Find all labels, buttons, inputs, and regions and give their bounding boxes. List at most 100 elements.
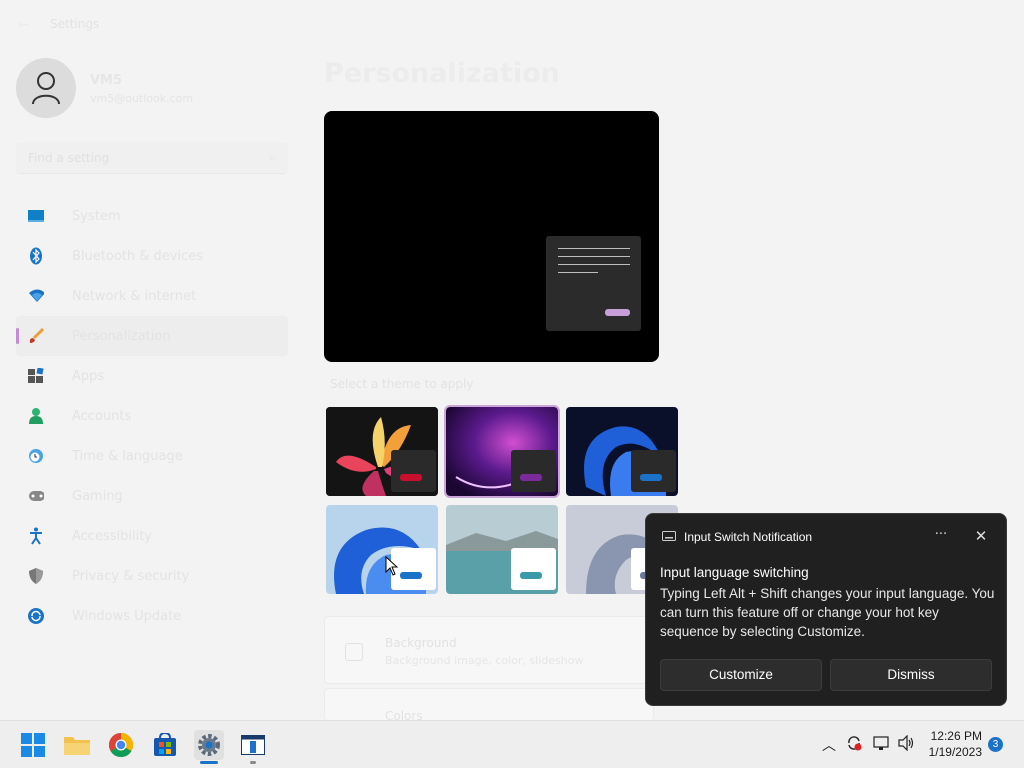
sidebar-item-label: Time & language (72, 448, 183, 464)
image-icon (345, 643, 363, 661)
date-text: 1/19/2023 (928, 745, 982, 759)
settings-button[interactable] (194, 730, 224, 760)
toast-notification: Input Switch Notification ··· ✕ Input la… (645, 513, 1007, 706)
themes-label: Select a theme to apply (330, 377, 474, 391)
more-options-icon[interactable]: ··· (931, 527, 951, 545)
theme-tile-purple[interactable] (444, 405, 560, 498)
monitor-icon (28, 208, 44, 224)
folder-icon (64, 737, 90, 755)
theme-chip (631, 450, 676, 492)
active-indicator (200, 761, 218, 764)
sidebar-item-personalization[interactable]: Personalization (16, 316, 288, 356)
person-icon (32, 72, 60, 105)
taskbar: ︿ 12:26 PM 1/19/2023 3 (0, 720, 1024, 768)
sync-alert-icon[interactable] (846, 735, 862, 755)
user-email: vm5@outlook.com (90, 92, 194, 105)
sidebar-item-accessibility[interactable]: Accessibility (16, 516, 288, 556)
sidebar-item-label: System (72, 208, 121, 224)
accent-bar (640, 474, 662, 481)
sidebar-item-time-language[interactable]: Time & language (16, 436, 288, 476)
sidebar-item-windows-update[interactable]: Windows Update (16, 596, 288, 636)
accent-bar (400, 474, 422, 481)
theme-chip (391, 450, 436, 492)
toast-title: Input language switching (660, 565, 809, 580)
accent-bar (520, 572, 542, 579)
keyboard-icon (662, 531, 676, 541)
cursor-icon (385, 556, 399, 576)
update-icon (28, 608, 44, 624)
wifi-icon (28, 288, 44, 304)
chrome-icon (109, 733, 133, 757)
sidebar-item-privacy[interactable]: Privacy & security (16, 556, 288, 596)
preview-window (546, 236, 641, 331)
shield-icon (28, 568, 44, 584)
accent-bar (400, 572, 422, 579)
clock-globe-icon (28, 448, 44, 464)
customize-button[interactable]: Customize (660, 659, 822, 691)
person-icon (28, 408, 44, 424)
sidebar-item-label: Privacy & security (72, 568, 190, 584)
sidebar-item-label: Windows Update (72, 608, 182, 624)
windows-logo-icon (21, 733, 45, 757)
store-button[interactable] (150, 730, 180, 760)
sidebar-item-label: Accounts (72, 408, 132, 424)
avatar[interactable] (16, 58, 76, 118)
toast-app-name: Input Switch Notification (684, 530, 813, 544)
sidebar-item-gaming[interactable]: Gaming (16, 476, 288, 516)
theme-chip (511, 548, 556, 590)
sidebar-item-label: Personalization (72, 328, 171, 344)
notification-badge[interactable]: 3 (988, 737, 1003, 752)
sidebar-item-label: Network & internet (72, 288, 197, 304)
search-placeholder: Find a setting (28, 151, 110, 165)
sidebar-item-label: Bluetooth & devices (72, 248, 203, 264)
search-input[interactable]: Find a setting ⌕ (16, 142, 288, 174)
sidebar-item-bluetooth[interactable]: Bluetooth & devices (16, 236, 288, 276)
colors-card[interactable]: Colors (324, 688, 654, 723)
apps-icon (28, 368, 44, 384)
user-name: VM5 (90, 73, 123, 88)
close-icon[interactable]: ✕ (971, 526, 991, 546)
accent-bar (520, 474, 542, 481)
card-title: Background (385, 636, 457, 650)
theme-chip (511, 450, 556, 492)
sidebar-item-apps[interactable]: Apps (16, 356, 288, 396)
sidebar-nav: System Bluetooth & devices Network & int… (16, 196, 288, 636)
toast-body: Typing Left Alt + Shift changes your inp… (660, 586, 995, 639)
running-indicator (250, 761, 256, 764)
title-bar: ← Settings (0, 0, 1024, 48)
theme-tile-glow[interactable] (326, 407, 438, 496)
chrome-button[interactable] (106, 730, 136, 760)
card-subtitle: Background image, color, slideshow (385, 654, 584, 667)
sidebar-item-label: Gaming (72, 488, 123, 504)
chevron-up-icon[interactable]: ︿ (822, 735, 836, 755)
theme-tile-light-bloom[interactable] (326, 505, 438, 594)
back-arrow-icon[interactable]: ← (14, 15, 34, 35)
store-icon (154, 733, 176, 756)
accessibility-icon (28, 527, 44, 545)
window-app-icon (241, 735, 265, 755)
start-button[interactable] (18, 730, 48, 760)
network-icon[interactable] (873, 735, 889, 755)
sidebar-item-accounts[interactable]: Accounts (16, 396, 288, 436)
theme-tile-lake[interactable] (446, 505, 558, 594)
file-explorer-button[interactable] (62, 730, 92, 760)
theme-preview (324, 111, 659, 362)
paintbrush-icon (28, 328, 44, 344)
sidebar-item-network[interactable]: Network & internet (16, 276, 288, 316)
sidebar-item-label: Apps (72, 368, 105, 384)
preview-button (605, 309, 630, 316)
time-text: 12:26 PM (930, 729, 982, 743)
theme-tile-dark-bloom[interactable] (566, 407, 678, 496)
search-icon: ⌕ (268, 150, 276, 165)
gamepad-icon (28, 488, 44, 504)
dismiss-button[interactable]: Dismiss (830, 659, 992, 691)
sidebar-item-system[interactable]: System (16, 196, 288, 236)
bluetooth-icon (28, 247, 44, 265)
app-title: Settings (50, 17, 100, 31)
background-card[interactable]: Background Background image, color, slid… (324, 616, 654, 684)
sidebar-item-label: Accessibility (72, 528, 152, 544)
app-window-button[interactable] (238, 730, 268, 760)
volume-icon[interactable] (898, 734, 916, 755)
gear-icon (198, 734, 220, 756)
clock[interactable]: 12:26 PM 1/19/2023 (918, 728, 982, 760)
